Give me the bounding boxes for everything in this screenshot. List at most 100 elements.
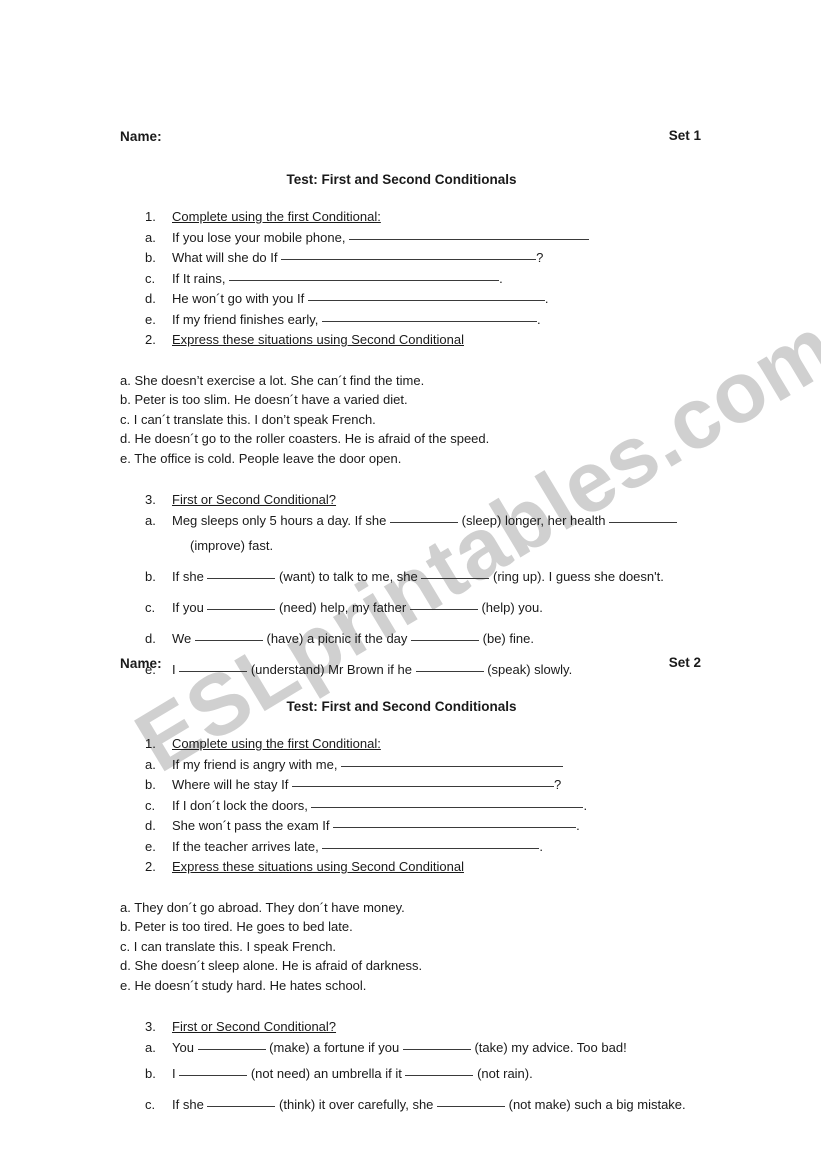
set1-s1-item-d: d. He won´t go with you If .	[0, 289, 821, 310]
set1-s3-part-c3: (help) you.	[477, 600, 543, 615]
set2-section2-heading-row: 2. Express these situations using Second…	[0, 857, 821, 878]
set2-s3-part-c2: (think) it over carefully, she	[275, 1097, 438, 1112]
set2-name-row: Name: Set 2	[0, 655, 821, 677]
set2-section1-heading: Complete using the first Conditional:	[172, 736, 381, 751]
set2-section3-heading: First or Second Conditional?	[172, 1019, 337, 1034]
set2-section3-number: 3.	[145, 1019, 156, 1034]
worksheet-set-1: Name: Set 1 Test: First and Second Condi…	[0, 128, 821, 685]
set2-s3-item-c: c. If she (think) it over carefully, she…	[0, 1089, 821, 1120]
set2-s1-marker-a: a.	[145, 756, 156, 772]
set2-s3-part-a3: (take) my advice. Too bad!	[470, 1039, 627, 1055]
set2-s3-marker-a: a.	[145, 1039, 156, 1055]
set1-s1-answer-line-d[interactable]	[307, 289, 545, 301]
set2-s1-item-a: a. If my friend is angry with me,	[0, 755, 821, 776]
set1-section1-number: 1.	[145, 209, 156, 224]
worksheet-set-2: Name: Set 2 Test: First and Second Condi…	[0, 655, 821, 1120]
set1-s1-answer-line-b[interactable]	[281, 248, 537, 260]
set1-s1-text-a: If you lose your mobile phone,	[172, 229, 346, 245]
set1-s3-part-a1: Meg sleeps only 5 hours a day. If she	[172, 512, 390, 528]
set1-section2-heading-row: 2. Express these situations using Second…	[0, 330, 821, 351]
set2-s1-answer-line-a[interactable]	[341, 755, 564, 767]
set1-s3-blank-a1[interactable]	[390, 511, 458, 523]
set1-s1-answer-line-a[interactable]	[349, 228, 590, 240]
set2-s1-item-b: b. Where will he stay If ?	[0, 775, 821, 796]
set2-s1-answer-line-c[interactable]	[311, 796, 584, 808]
set1-section2-number: 2.	[145, 332, 156, 347]
set1-section3-number: 3.	[145, 492, 156, 507]
set2-section3-list: 3. First or Second Conditional? a. You (…	[0, 1017, 821, 1120]
set2-s3-part-b2: (not need) an umbrella if it	[247, 1066, 406, 1081]
set1-s1-answer-line-c[interactable]	[229, 269, 500, 281]
set1-section1-list: 1. Complete using the first Conditional:…	[0, 207, 821, 351]
set1-s3-part-b3: (ring up). I guess she doesn't.	[489, 569, 664, 584]
set2-s3-blank-a2[interactable]	[402, 1038, 471, 1050]
set1-s3-blank-b2[interactable]	[421, 567, 490, 579]
set2-s3-part-b1: I	[172, 1066, 180, 1081]
set1-s3-blank-c1[interactable]	[207, 598, 276, 610]
set2-s3-blank-a1[interactable]	[197, 1038, 266, 1050]
set1-s1-item-e: e. If my friend finishes early, .	[0, 310, 821, 331]
set2-s3-item-a: a. You (make) a fortune if you (take) my…	[0, 1038, 821, 1059]
set1-s1-item-a: a. If you lose your mobile phone,	[0, 228, 821, 249]
set2-s2-sentence-d: d. She doesn´t sleep alone. He is afraid…	[120, 958, 423, 973]
set1-s1-text-c: If It rains,	[172, 270, 226, 286]
set1-s3-blank-c2[interactable]	[409, 598, 478, 610]
set1-s3-blank-b1[interactable]	[207, 567, 276, 579]
set2-s3-blank-b1[interactable]	[179, 1064, 248, 1076]
set1-s3-blank-d1[interactable]	[194, 629, 263, 641]
set2-s1-text-d: She won´t pass the exam If	[172, 818, 330, 833]
set2-s1-item-e: e. If the teacher arrives late, .	[0, 837, 821, 858]
set1-s3-part-c1: If you	[172, 600, 208, 615]
set2-s2-sentence-c: c. I can translate this. I speak French.	[120, 938, 337, 954]
set1-s1-answer-line-e[interactable]	[322, 310, 538, 322]
set2-section1-number: 1.	[145, 736, 156, 751]
set1-s3-blank-a2[interactable]	[609, 511, 678, 523]
set2-s1-tail-b: ?	[553, 777, 562, 792]
set2-s3-blank-c2[interactable]	[437, 1095, 506, 1107]
set2-s1-marker-e: e.	[145, 838, 156, 854]
set1-s3-marker-b: b.	[145, 569, 156, 584]
set2-name-label: Name:	[120, 656, 162, 671]
set1-s1-text-b: What will she do If	[172, 250, 278, 265]
set2-s1-answer-line-d[interactable]	[333, 816, 577, 828]
set2-s1-tail-d: .	[576, 818, 580, 833]
set2-s3-blank-b2[interactable]	[405, 1064, 474, 1076]
set1-s1-item-b: b. What will she do If ?	[0, 248, 821, 269]
set2-s1-marker-b: b.	[145, 777, 156, 792]
set2-s1-item-c: c. If I don´t lock the doors, .	[0, 796, 821, 817]
set1-s2-sentence-a: a. She doesn’t exercise a lot. She can´t…	[120, 372, 425, 388]
set1-s3-part-a2: (sleep) longer, her health	[458, 512, 610, 528]
set1-s2-sentence-b: b. Peter is too slim. He doesn´t have a …	[120, 392, 408, 407]
set1-s3-part-c2: (need) help, my father	[275, 600, 410, 615]
set1-section2-sentences: a. She doesn’t exercise a lot. She can´t…	[0, 371, 821, 469]
set1-s3-item-c: c. If you (need) help, my father (help) …	[0, 592, 821, 623]
set2-section2-sentences: a. They don´t go abroad. They don´t have…	[0, 898, 821, 996]
set2-s3-part-c3: (not make) such a big mistake.	[505, 1097, 686, 1112]
set2-s3-blank-c1[interactable]	[207, 1095, 276, 1107]
set2-s2-sentence-a: a. They don´t go abroad. They don´t have…	[120, 899, 405, 915]
set2-s3-part-a2: (make) a fortune if you	[265, 1039, 403, 1055]
set1-s1-tail-e: .	[537, 311, 541, 327]
set1-s3-blank-d2[interactable]	[411, 629, 480, 641]
set1-name-row: Name: Set 1	[0, 128, 821, 150]
set1-name-label: Name:	[120, 129, 162, 144]
set2-section2-heading: Express these situations using Second Co…	[172, 859, 464, 874]
set2-s3-marker-c: c.	[145, 1097, 156, 1112]
set1-s3-marker-c: c.	[145, 600, 156, 615]
set2-s1-answer-line-e[interactable]	[322, 837, 540, 849]
set1-s3-marker-a: a.	[145, 512, 156, 528]
set2-s1-marker-c: c.	[145, 797, 156, 813]
set1-s1-marker-a: a.	[145, 229, 156, 245]
set1-s2-sentence-c: c. I can´t translate this. I don’t speak…	[120, 411, 376, 427]
set1-s1-marker-c: c.	[145, 270, 156, 286]
set1-s1-text-d: He won´t go with you If	[172, 291, 305, 306]
set1-section1-heading: Complete using the first Conditional:	[172, 209, 381, 224]
set1-section2-heading: Express these situations using Second Co…	[172, 332, 464, 347]
set1-s1-marker-b: b.	[145, 250, 156, 265]
set2-section1-list: 1. Complete using the first Conditional:…	[0, 734, 821, 878]
set1-s1-marker-e: e.	[145, 311, 156, 327]
set1-section3-heading-row: 3. First or Second Conditional?	[0, 490, 821, 511]
set2-s1-text-e: If the teacher arrives late,	[172, 838, 319, 854]
set2-s1-answer-line-b[interactable]	[291, 775, 554, 787]
set1-title: Test: First and Second Conditionals	[286, 172, 517, 187]
